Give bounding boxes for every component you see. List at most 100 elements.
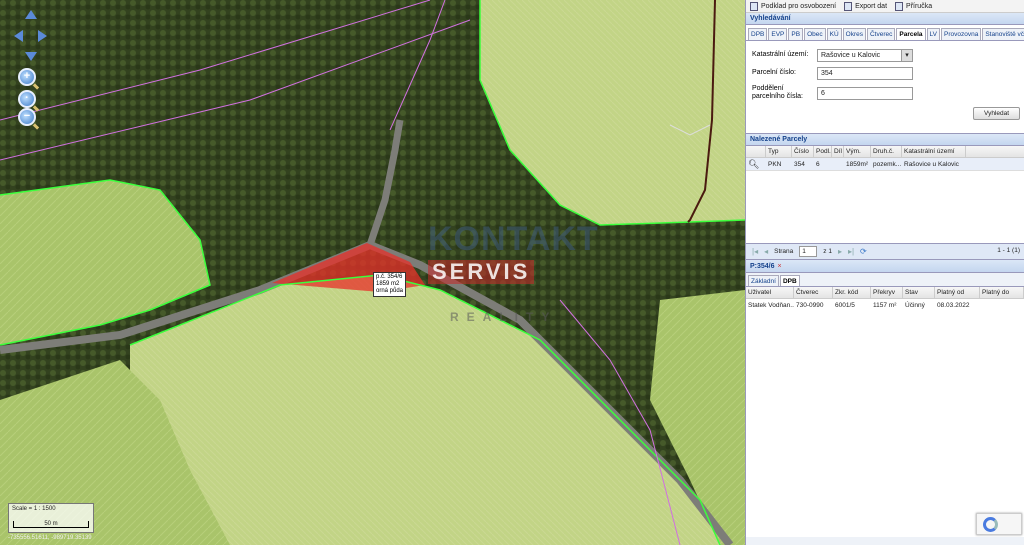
column-header[interactable]: Typ <box>766 146 792 157</box>
parcelni-label: Parcelní číslo: <box>752 69 796 76</box>
pager-strana-label: Strana <box>774 248 794 255</box>
katastralni-select[interactable]: Rašovice u Kalovic <box>817 49 913 62</box>
column-header[interactable]: Stav <box>903 287 935 298</box>
pan-up-icon[interactable] <box>25 10 37 19</box>
search-form: Katastrální území: Rašovice u Kalovic Pa… <box>746 41 1024 134</box>
detail-grid-header: Uživatel Čtverec Zkr. kód Překryv Stav P… <box>746 287 1024 299</box>
parcel-label: p.č. 354/6 1859 m2 orná půda <box>373 272 407 297</box>
column-header[interactable]: Katastrální území <box>902 146 966 157</box>
column-header[interactable]: Zkr. kód <box>833 287 871 298</box>
cell-ku: Rašovice u Kalovic <box>904 161 959 168</box>
app-root: + · − KONTAKT SERVIS REALITY p.č. 354/6 … <box>0 0 1024 545</box>
search-button[interactable]: Vyhledat <box>973 107 1020 120</box>
column-header[interactable]: Druh.č. <box>871 146 902 157</box>
toolbar-manual[interactable]: Příručka <box>895 1 933 11</box>
parcel-label-line: p.č. 354/6 <box>376 274 403 280</box>
search-section-title: Vyhledávání <box>746 13 1024 25</box>
page-input[interactable]: 1 <box>799 246 818 257</box>
found-section-title: Nalezené Parcely <box>746 134 1024 146</box>
table-row[interactable]: 🔍︎ PKN 354 6 1859m² pozemk... Rašovice u… <box>746 158 1024 171</box>
watermark-line-2: SERVIS <box>428 260 535 284</box>
zoom-world-icon[interactable]: · <box>18 90 36 108</box>
cell-uzivatel: Statek Vodňan... <box>748 302 794 309</box>
parcel-label-line: 1859 m2 <box>376 281 400 287</box>
scale-box: Scale = 1 : 1500 50 m <box>8 503 94 533</box>
tab-pb[interactable]: PB <box>788 28 804 40</box>
katastralni-label: Katastrální území: <box>752 51 809 58</box>
cell-prekryv: 1157 m² <box>873 302 897 309</box>
column-header[interactable]: Překryv <box>871 287 903 298</box>
toolbar-label: Podklad pro osvobození <box>761 2 837 10</box>
manual-icon <box>895 1 904 11</box>
cell-od: 08.03.2022 <box>937 302 970 309</box>
tab-stanoviste[interactable]: Stanoviště včel <box>982 28 1024 40</box>
detail-title: P:354/6 × <box>746 260 1024 273</box>
export-icon <box>844 1 853 11</box>
found-grid: Typ Číslo Podl. Díl Vým. Druh.č. Katastr… <box>746 146 1024 244</box>
column-header[interactable]: Číslo <box>792 146 814 157</box>
column-header[interactable]: Čtverec <box>794 287 833 298</box>
toolbar-label: Export dat <box>855 2 888 10</box>
zoom-out-icon[interactable]: − <box>18 108 36 126</box>
column-header[interactable]: Díl <box>832 146 844 157</box>
tab-dpb[interactable]: DPB <box>748 28 768 40</box>
recaptcha-badge[interactable] <box>976 513 1022 535</box>
parcel-label-line: orná půda <box>376 288 404 294</box>
map-view[interactable]: + · − KONTAKT SERVIS REALITY p.č. 354/6 … <box>0 0 745 545</box>
tab-lv[interactable]: LV <box>926 28 940 40</box>
poddeleni-label-2: parcelního čísla: <box>752 93 803 100</box>
tab-zakladni[interactable]: Základní <box>748 275 779 286</box>
side-panel: Podklad pro osvobození Export dat Příruč… <box>745 0 1024 545</box>
refresh-icon[interactable]: ⟳ <box>860 247 867 256</box>
column-header[interactable]: Vým. <box>844 146 871 157</box>
table-row[interactable]: Statek Vodňan... 730-0990 6001/5 1157 m²… <box>746 299 1024 313</box>
detail-grid: Uživatel Čtverec Zkr. kód Překryv Stav P… <box>746 287 1024 537</box>
toolbar-export[interactable]: Export dat <box>844 1 888 11</box>
tab-ctverec[interactable]: Čtverec <box>866 28 896 40</box>
cell-do <box>980 299 1024 313</box>
toolbar-label: Příručka <box>906 2 933 10</box>
scale-bar: 50 m <box>13 521 89 528</box>
next-page-icon[interactable]: ▸ <box>838 247 842 256</box>
recaptcha-icon <box>983 517 998 532</box>
cell-dil <box>832 158 844 170</box>
pan-left-icon[interactable] <box>14 30 23 42</box>
parcelni-input[interactable]: 354 <box>817 67 913 80</box>
top-toolbar: Podklad pro osvobození Export dat Příruč… <box>746 0 1024 13</box>
cell-ctverec: 730-0990 <box>796 302 824 309</box>
column-header[interactable]: Platný od <box>935 287 980 298</box>
poddeleni-input[interactable]: 6 <box>817 87 913 100</box>
pager: |◂ ◂ Strana 1 z 1 ▸ ▸| ⟳ 1 - 1 (1) <box>746 244 1024 260</box>
cell-cislo: 354 <box>794 161 805 168</box>
column-header[interactable]: Uživatel <box>746 287 794 298</box>
close-icon[interactable]: × <box>778 263 782 270</box>
column-header <box>746 146 766 157</box>
watermark-line-1: KONTAKT <box>428 220 599 258</box>
cell-druh: pozemk... <box>873 161 902 168</box>
column-header[interactable]: Podl. <box>814 146 832 157</box>
cell-kod: 6001/5 <box>835 302 855 309</box>
pan-down-icon[interactable] <box>25 52 37 61</box>
first-page-icon[interactable]: |◂ <box>752 247 758 256</box>
prev-page-icon[interactable]: ◂ <box>764 247 768 256</box>
detail-tabs: Základní DPB <box>746 273 1024 287</box>
poddeleni-label-1: Poddělení <box>752 85 784 92</box>
document-icon <box>750 1 758 11</box>
pager-of: z 1 <box>823 248 832 255</box>
coordinate-readout: -735556.51611, -989719.35139 <box>8 535 92 541</box>
tab-evp[interactable]: EVP <box>768 28 788 40</box>
toolbar-podklad[interactable]: Podklad pro osvobození <box>750 1 837 11</box>
magnifier-icon[interactable]: 🔍︎ <box>746 158 766 170</box>
tab-okres[interactable]: Okres <box>842 28 866 40</box>
tab-obec[interactable]: Obec <box>804 28 826 40</box>
tab-parcela[interactable]: Parcela <box>896 28 926 40</box>
pager-count: 1 - 1 (1) <box>997 247 1020 254</box>
column-header[interactable]: Platný do <box>980 287 1024 298</box>
tab-ku[interactable]: KÚ <box>826 28 842 40</box>
last-page-icon[interactable]: ▸| <box>848 247 854 256</box>
tab-provozovna[interactable]: Provozovna <box>941 28 982 40</box>
tab-dpb-detail[interactable]: DPB <box>779 275 800 286</box>
pan-right-icon[interactable] <box>38 30 47 42</box>
zoom-in-icon[interactable]: + <box>18 68 36 86</box>
cell-vym: 1859m² <box>846 161 869 168</box>
